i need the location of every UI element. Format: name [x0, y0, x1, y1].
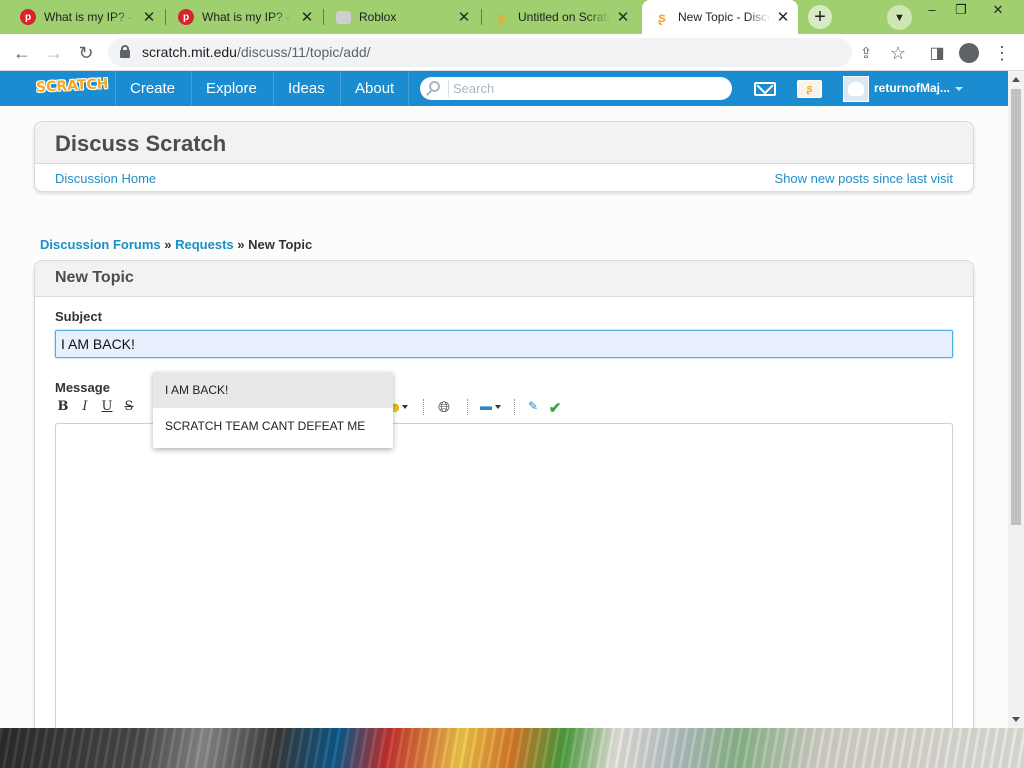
bold-button[interactable]: B: [55, 399, 71, 414]
new-topic-form: New Topic Subject Message B I U S ☻ 🌐︎ ▬…: [34, 260, 974, 728]
close-tab-icon[interactable]: ✕: [142, 8, 156, 26]
bookmark-star-icon[interactable]: ☆: [886, 41, 910, 65]
close-tab-icon[interactable]: ✕: [616, 8, 630, 26]
nav-explore[interactable]: Explore: [191, 71, 271, 106]
account-dropdown-caret-icon[interactable]: [955, 87, 963, 91]
subject-label: Subject: [55, 309, 102, 324]
nav-create[interactable]: Create: [115, 71, 189, 106]
scratch-cat-icon: ʂ: [658, 9, 666, 25]
new-tab-button[interactable]: +: [808, 5, 832, 29]
scratch-logo[interactable]: SCRATCH: [36, 76, 109, 96]
autocomplete-option[interactable]: SCRATCH TEAM CANT DEFEAT ME: [153, 408, 393, 444]
scratch-cat-icon: ʂ: [498, 9, 506, 25]
browser-tab-strip: p What is my IP? - W ✕ p What is my IP? …: [0, 0, 1024, 34]
browser-toolbar: ← → ↻ scratch.mit.edu/discuss/11/topic/a…: [0, 34, 1024, 71]
site-search-input[interactable]: [453, 79, 723, 98]
clean-format-icon[interactable]: ✎: [525, 399, 541, 413]
minimize-icon[interactable]: –: [917, 0, 947, 20]
page-content: Discuss Scratch Discussion Home Show new…: [0, 106, 1008, 728]
breadcrumb-requests[interactable]: Requests: [175, 237, 234, 252]
scroll-down-arrow-icon[interactable]: [1012, 717, 1020, 722]
messages-envelope-icon[interactable]: [754, 82, 776, 96]
restore-icon[interactable]: ❐: [946, 0, 976, 20]
message-textarea[interactable]: [55, 423, 953, 728]
discussion-home-link[interactable]: Discussion Home: [55, 171, 156, 186]
new-posts-link[interactable]: Show new posts since last visit: [775, 171, 953, 186]
address-bar[interactable]: scratch.mit.edu/discuss/11/topic/add/: [108, 38, 852, 67]
reload-icon[interactable]: ↻: [74, 41, 98, 65]
scratch-navbar: SCRATCH Create Explore Ideas About ʂ ret…: [0, 71, 1008, 106]
close-tab-icon[interactable]: ✕: [776, 8, 790, 26]
blocks-dropdown-caret-icon[interactable]: [495, 405, 501, 409]
close-tab-icon[interactable]: ✕: [457, 8, 471, 26]
italic-button[interactable]: I: [77, 399, 93, 414]
forward-arrow-icon[interactable]: →: [42, 41, 66, 65]
smiley-dropdown-caret-icon[interactable]: [402, 405, 408, 409]
side-panel-icon[interactable]: ◨: [925, 41, 949, 65]
breadcrumb: Discussion Forums » Requests » New Topic: [40, 237, 313, 252]
browser-tab[interactable]: p What is my IP? - W ✕: [166, 0, 324, 34]
form-heading: New Topic: [55, 269, 134, 286]
link-globe-icon[interactable]: 🌐︎: [436, 399, 452, 416]
browser-tab[interactable]: Roblox ✕: [324, 0, 482, 34]
page-title: Discuss Scratch: [55, 131, 227, 156]
username[interactable]: returnofMaj...: [874, 71, 950, 106]
page-scrollbar[interactable]: [1008, 71, 1024, 728]
back-arrow-icon[interactable]: ←: [10, 41, 34, 65]
autocomplete-dropdown: I AM BACK! SCRATCH TEAM CANT DEFEAT ME: [153, 372, 393, 448]
strikethrough-button[interactable]: S: [121, 399, 137, 414]
nav-ideas[interactable]: Ideas: [273, 71, 339, 106]
breadcrumb-current: New Topic: [248, 237, 313, 252]
my-stuff-folder-icon[interactable]: ʂ: [797, 80, 822, 98]
scratch-blocks-icon[interactable]: ▬: [478, 399, 494, 413]
pinterest-icon: p: [178, 9, 194, 25]
share-icon[interactable]: ⇪: [854, 41, 878, 65]
scroll-up-arrow-icon[interactable]: [1012, 77, 1020, 82]
roblox-icon: [336, 10, 351, 24]
underline-button[interactable]: U: [99, 399, 115, 414]
url-text[interactable]: scratch.mit.edu/discuss/11/topic/add/: [142, 44, 371, 60]
scrollbar-thumb[interactable]: [1011, 89, 1021, 525]
avatar[interactable]: [843, 76, 869, 102]
pinterest-icon: p: [20, 9, 36, 25]
browser-tab[interactable]: p What is my IP? - W ✕: [8, 0, 166, 34]
close-window-icon[interactable]: ✕: [983, 0, 1013, 20]
autocomplete-option[interactable]: I AM BACK!: [153, 372, 393, 408]
desktop-wallpaper: [0, 728, 1024, 768]
message-label: Message: [55, 380, 110, 395]
profile-icon[interactable]: [957, 41, 981, 65]
site-search: [420, 77, 732, 100]
browser-menu-icon[interactable]: ⋮: [990, 41, 1014, 65]
discuss-header-box: Discuss Scratch Discussion Home Show new…: [34, 121, 974, 192]
preview-check-icon[interactable]: ✔: [547, 399, 563, 417]
close-tab-icon[interactable]: ✕: [300, 8, 314, 26]
lock-icon[interactable]: [120, 45, 130, 58]
search-icon[interactable]: [429, 81, 440, 92]
browser-tab-active[interactable]: ʂ New Topic - Discuss ✕: [642, 0, 798, 34]
breadcrumb-forums[interactable]: Discussion Forums: [40, 237, 161, 252]
tab-search-chevron-icon[interactable]: ▼: [887, 5, 912, 30]
subject-input[interactable]: [55, 330, 953, 358]
nav-about[interactable]: About: [340, 71, 410, 106]
browser-tab[interactable]: ʂ Untitled on Scratch ✕: [482, 0, 640, 34]
